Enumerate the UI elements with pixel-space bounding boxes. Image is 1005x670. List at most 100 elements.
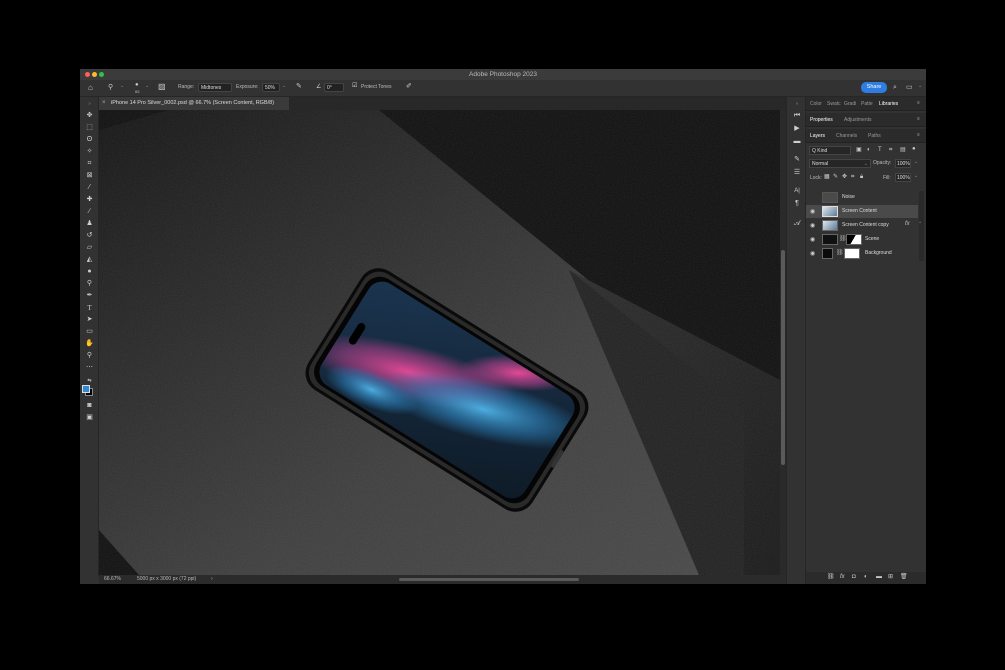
trash-icon[interactable]: 🗑︎ (900, 574, 908, 580)
eyedropper-tool-icon[interactable]: ⁄ (84, 183, 95, 193)
comments-panel-icon[interactable]: ▬ (792, 137, 802, 147)
new-layer-icon[interactable]: ⊞ (888, 574, 893, 580)
lock-transparent-icon[interactable]: ▦ (824, 174, 830, 180)
chevron-down-icon[interactable]: ⌄ (918, 220, 922, 225)
layer-effects-icon[interactable]: fx (905, 221, 910, 227)
opacity-input[interactable]: 100% (895, 159, 911, 168)
layer-row-screen-content[interactable]: ◉ Screen Content (806, 205, 918, 218)
type-tool-icon[interactable]: T (84, 303, 95, 313)
chevron-down-icon[interactable]: ⌄ (918, 84, 922, 89)
filter-toggle-icon[interactable]: ● (912, 146, 916, 152)
status-menu-arrow[interactable]: › (211, 575, 213, 584)
blend-mode-select[interactable]: Normal ⌄ (809, 159, 871, 168)
dodge-tool-icon[interactable]: ⚲ (84, 279, 95, 289)
brush-preset-icon[interactable]: ● (135, 82, 139, 88)
range-select[interactable]: Midtones (198, 83, 232, 92)
tab-patterns[interactable]: Patte (861, 101, 873, 107)
smart-object-filter-icon[interactable]: ▤ (900, 147, 906, 153)
actions-panel-icon[interactable]: ▶ (792, 124, 802, 134)
brush-tool-icon[interactable]: ∕ (84, 207, 95, 217)
path-selection-tool-icon[interactable]: ➤ (84, 315, 95, 325)
adjustment-layer-icon[interactable]: ◐ (864, 574, 868, 580)
exposure-input[interactable]: 50% (262, 83, 280, 92)
lasso-tool-icon[interactable]: ʘ (84, 135, 95, 145)
healing-brush-tool-icon[interactable]: ✚ (84, 195, 95, 205)
tab-paths[interactable]: Paths (868, 133, 881, 139)
chevron-down-icon[interactable]: ⌄ (914, 174, 918, 179)
vertical-scrollbar-thumb[interactable] (781, 250, 785, 465)
visibility-eye-icon[interactable]: ◉ (810, 208, 815, 215)
paint-bucket-tool-icon[interactable]: ◭ (84, 255, 95, 265)
lock-position-icon[interactable]: ✥ (842, 174, 847, 180)
tab-properties[interactable]: Properties (810, 117, 833, 123)
pen-tool-icon[interactable]: ✒ (84, 291, 95, 301)
add-style-icon[interactable]: fx (840, 574, 845, 580)
panel-menu-icon[interactable]: ≡ (917, 100, 920, 106)
layer-mask-thumbnail[interactable] (844, 248, 860, 259)
collapse-toolbar-icon[interactable]: » (84, 99, 95, 109)
home-icon[interactable]: ⌂ (88, 84, 93, 92)
zoom-level[interactable]: 66.67% (104, 575, 121, 584)
eraser-tool-icon[interactable]: ▱ (84, 243, 95, 253)
airbrush-icon[interactable]: ✎ (296, 83, 302, 90)
document-tab[interactable]: × iPhone 14 Pro Silver_0002.psd @ 66.7% … (99, 97, 289, 110)
rectangle-tool-icon[interactable]: ▭ (84, 327, 95, 337)
adjustments-sliders-icon[interactable]: ☰ (792, 168, 802, 178)
panel-menu-icon[interactable]: ≡ (917, 132, 920, 138)
history-brush-tool-icon[interactable]: ↺ (84, 231, 95, 241)
more-tools-icon[interactable]: ⋯ (84, 363, 95, 373)
tab-swatches[interactable]: Swatc (827, 101, 841, 107)
paragraph-panel-icon[interactable]: ¶ (792, 199, 802, 209)
protect-tones-label[interactable]: Protect Tones (361, 84, 391, 90)
fill-input[interactable]: 100% (895, 173, 911, 182)
glyphs-panel-icon[interactable]: 𝒜 (792, 218, 802, 228)
adjustment-filter-icon[interactable]: ◐ (867, 147, 871, 153)
angle-input[interactable]: 0° (324, 83, 344, 92)
brush-settings-panel-icon[interactable]: ✎ (792, 155, 802, 165)
layer-row-screen-content-copy[interactable]: ◉ Screen Content copy fx (806, 219, 918, 232)
panel-menu-icon[interactable]: ≡ (917, 116, 920, 122)
visibility-eye-icon[interactable]: ◉ (810, 236, 815, 243)
share-button[interactable]: Share (861, 82, 887, 93)
blur-tool-icon[interactable]: ● (84, 267, 95, 277)
move-tool-icon[interactable]: ✥ (84, 111, 95, 121)
tab-gradients[interactable]: Gradi (844, 101, 856, 107)
frame-tool-icon[interactable]: ⊠ (84, 171, 95, 181)
checkbox-checked-icon[interactable]: ☑ (352, 83, 357, 89)
shape-filter-icon[interactable]: ⌗ (889, 147, 892, 153)
chevron-down-icon[interactable]: ⌄ (282, 84, 286, 89)
type-filter-icon[interactable]: T (878, 147, 882, 153)
lock-all-icon[interactable]: 🔒︎ (860, 174, 863, 180)
screen-mode-icon[interactable]: ▣ (84, 413, 95, 423)
magic-wand-tool-icon[interactable]: ✧ (84, 147, 95, 157)
new-group-icon[interactable]: ▬ (876, 574, 882, 580)
document-canvas[interactable] (99, 110, 780, 575)
workspace-icon[interactable]: ▭ (906, 84, 913, 91)
lock-image-icon[interactable]: ✎ (833, 174, 838, 180)
marquee-tool-icon[interactable]: ⬚ (84, 123, 95, 133)
character-panel-icon[interactable]: A| (792, 186, 802, 196)
link-layers-icon[interactable]: ⛓ (827, 574, 835, 580)
tab-color[interactable]: Color (810, 101, 822, 107)
crop-tool-icon[interactable]: ⌗ (84, 159, 95, 169)
layer-row-background[interactable]: ◉ ⛓ Background (806, 247, 918, 260)
tab-channels[interactable]: Channels (836, 133, 857, 139)
layers-scrollbar[interactable] (919, 191, 924, 261)
chevron-down-icon[interactable]: ⌄ (914, 160, 918, 165)
chevron-down-icon[interactable]: ⌄ (120, 84, 124, 89)
search-icon[interactable]: ⌕ (893, 84, 897, 91)
foreground-color-swatch[interactable] (82, 385, 90, 393)
close-tab-icon[interactable]: × (102, 97, 106, 110)
pixel-filter-icon[interactable]: ▣ (856, 147, 862, 153)
zoom-tool-icon[interactable]: ⚲ (84, 351, 95, 361)
collapse-panels-icon[interactable]: « (792, 99, 802, 109)
layer-row-noise[interactable]: Noise (806, 191, 918, 204)
chevron-down-icon[interactable]: ⌄ (145, 84, 149, 89)
history-panel-icon[interactable]: ⏮ (792, 111, 802, 121)
dodge-tool-icon[interactable]: ⚲ (108, 84, 113, 91)
tab-adjustments[interactable]: Adjustments (844, 117, 872, 123)
quick-mask-icon[interactable]: ◙ (84, 401, 95, 411)
layer-filter-select[interactable]: Q Kind (809, 146, 851, 155)
lock-artboard-icon[interactable]: ⌗ (851, 174, 854, 180)
tab-layers[interactable]: Layers (810, 133, 825, 139)
